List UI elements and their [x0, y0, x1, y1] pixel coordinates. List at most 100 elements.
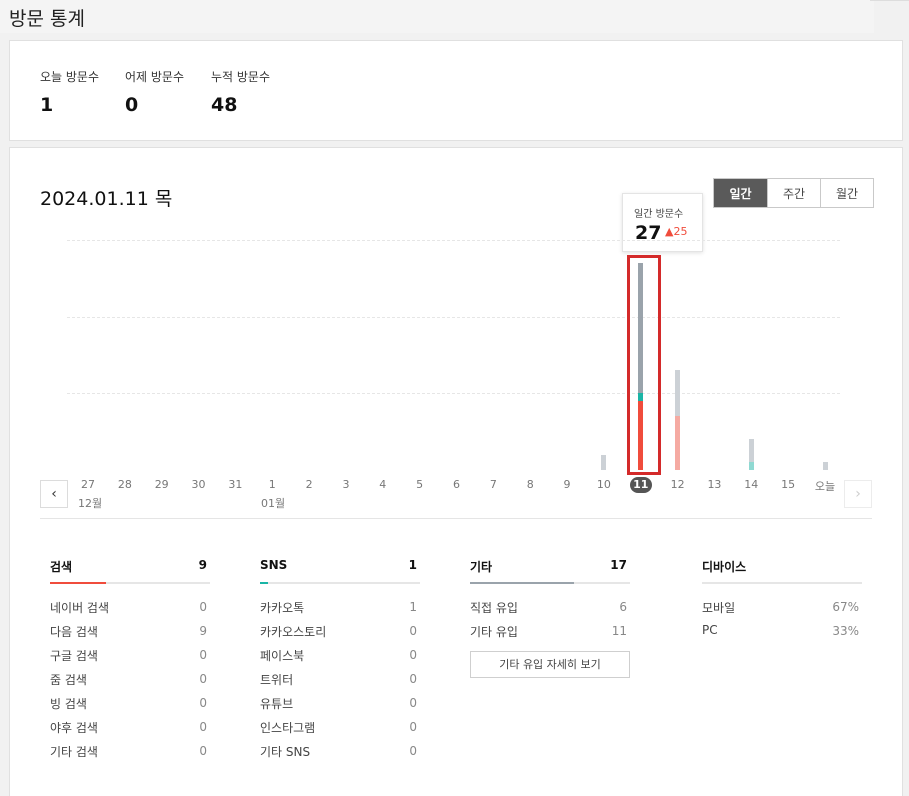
grid-line — [67, 240, 840, 241]
bar-other[interactable] — [601, 454, 607, 470]
source-header: SNS 1 — [260, 558, 420, 578]
list-item: 모바일 67% — [702, 599, 862, 623]
row-value: 0 — [199, 696, 207, 710]
source-bar — [702, 582, 862, 584]
list-item: 트위터 0 — [260, 671, 420, 695]
list-item: 인스타그램 0 — [260, 719, 420, 743]
x-tick-label[interactable]: 11 — [629, 477, 652, 493]
x-tick-label[interactable]: 10 — [589, 478, 619, 491]
x-tick-label[interactable]: 7 — [478, 478, 508, 491]
source-count: 17 — [610, 558, 627, 572]
row-value: 9 — [199, 624, 207, 638]
row-label: 야후 검색 — [50, 721, 98, 735]
bar-sns[interactable] — [748, 462, 754, 470]
stat-total: 누적 방문수 48 — [211, 68, 270, 116]
bar-other[interactable] — [748, 439, 754, 463]
grid-line — [67, 317, 840, 318]
x-tick-label[interactable]: 30 — [184, 478, 214, 491]
row-value: 0 — [409, 648, 417, 662]
list-item: 다음 검색 9 — [50, 623, 210, 647]
x-tick-label[interactable]: 27 — [73, 478, 103, 491]
stat-label: 오늘 방문수 — [40, 70, 100, 84]
list-item: PC 33% — [702, 623, 862, 647]
x-tick-label[interactable]: 4 — [368, 478, 398, 491]
row-value: 0 — [199, 672, 207, 686]
x-tick-label[interactable]: 오늘 — [810, 478, 840, 494]
row-label: 줌 검색 — [50, 673, 87, 687]
list-item: 야후 검색 0 — [50, 719, 210, 743]
x-tick-label[interactable]: 14 — [736, 478, 766, 491]
tab-weekly[interactable]: 주간 — [767, 179, 820, 207]
row-label: 다음 검색 — [50, 625, 98, 639]
tab-monthly[interactable]: 월간 — [820, 179, 873, 207]
chevron-left-icon: ‹ — [51, 486, 57, 502]
source-bar-fill — [50, 582, 106, 584]
row-value: 11 — [611, 624, 627, 638]
tooltip-label: 일간 방문수 — [634, 209, 684, 220]
grid-line — [67, 393, 840, 394]
row-value: 0 — [409, 624, 417, 638]
row-label: 인스타그램 — [260, 721, 316, 735]
row-value: 0 — [199, 744, 207, 758]
x-tick-label[interactable]: 28 — [110, 478, 140, 491]
stat-value: 1 — [40, 94, 54, 116]
row-label: PC — [702, 623, 718, 637]
tab-daily[interactable]: 일간 — [714, 179, 767, 207]
x-tick-label[interactable]: 5 — [405, 478, 435, 491]
row-label: 직접 유입 — [470, 601, 518, 615]
next-button[interactable]: › — [844, 480, 872, 508]
list-item: 페이스북 0 — [260, 647, 420, 671]
source-title: 디바이스 — [702, 560, 747, 574]
list-item: 카카오스토리 0 — [260, 623, 420, 647]
chart-card: 2024.01.11 목 일간 주간 월간 일간 방문수 27 ▲25 27 28… — [9, 147, 903, 796]
top-bar: 방문 통계 — [0, 0, 874, 33]
list-item: 유튜브 0 — [260, 695, 420, 719]
list-item: 기타 유입 11 — [470, 623, 630, 647]
x-tick-label[interactable]: 12 — [663, 478, 693, 491]
source-bar — [470, 582, 630, 584]
source-sns: SNS 1 카카오톡 1 카카오스토리 0 페이스북 0 트위터 0 유튜브 0 인스타그… — [260, 558, 420, 767]
source-bar-fill — [470, 582, 574, 584]
x-tick-label[interactable]: 29 — [147, 478, 177, 491]
x-tick-label[interactable]: 13 — [699, 478, 729, 491]
x-tick-label[interactable]: 3 — [331, 478, 361, 491]
source-search: 검색 9 네이버 검색 0 다음 검색 9 구글 검색 0 줌 검색 0 빙 검색 0 야… — [50, 558, 210, 767]
row-value: 0 — [409, 672, 417, 686]
source-title: 검색 — [50, 560, 73, 574]
list-item: 줌 검색 0 — [50, 671, 210, 695]
bar-other[interactable] — [675, 370, 681, 417]
month-label: 01월 — [261, 497, 286, 510]
list-item: 빙 검색 0 — [50, 695, 210, 719]
selected-bar-highlight — [627, 255, 661, 475]
stat-label: 어제 방문수 — [125, 70, 185, 84]
stat-today: 오늘 방문수 1 — [40, 68, 99, 116]
source-bar — [260, 582, 420, 584]
row-value: 0 — [409, 696, 417, 710]
row-value: 0 — [199, 600, 207, 614]
divider — [870, 0, 909, 1]
row-label: 카카오스토리 — [260, 625, 327, 639]
bar-search[interactable] — [675, 416, 681, 470]
prev-button[interactable]: ‹ — [40, 480, 68, 508]
x-tick-label[interactable]: 15 — [773, 478, 803, 491]
other-detail-button[interactable]: 기타 유입 자세히 보기 — [470, 651, 630, 678]
row-label: 기타 유입 — [470, 625, 518, 639]
source-title: 기타 — [470, 560, 493, 574]
summary-card: 오늘 방문수 1 어제 방문수 0 누적 방문수 48 — [9, 40, 903, 141]
list-item: 카카오톡 1 — [260, 599, 420, 623]
x-tick-label[interactable]: 31 — [220, 478, 250, 491]
row-value: 67% — [832, 600, 859, 614]
row-label: 유튜브 — [260, 697, 294, 711]
row-value: 6 — [619, 600, 627, 614]
stat-label: 누적 방문수 — [211, 70, 271, 84]
x-tick-label[interactable]: 6 — [442, 478, 472, 491]
x-tick-label[interactable]: 9 — [552, 478, 582, 491]
period-tabs: 일간 주간 월간 — [713, 178, 874, 208]
selected-date: 2024.01.11 목 — [40, 188, 173, 210]
bar-other[interactable] — [822, 462, 828, 470]
x-tick-label[interactable]: 2 — [294, 478, 324, 491]
list-item: 구글 검색 0 — [50, 647, 210, 671]
x-tick-label[interactable]: 8 — [515, 478, 545, 491]
x-tick-label[interactable]: 1 — [257, 478, 287, 491]
row-label: 페이스북 — [260, 649, 305, 663]
